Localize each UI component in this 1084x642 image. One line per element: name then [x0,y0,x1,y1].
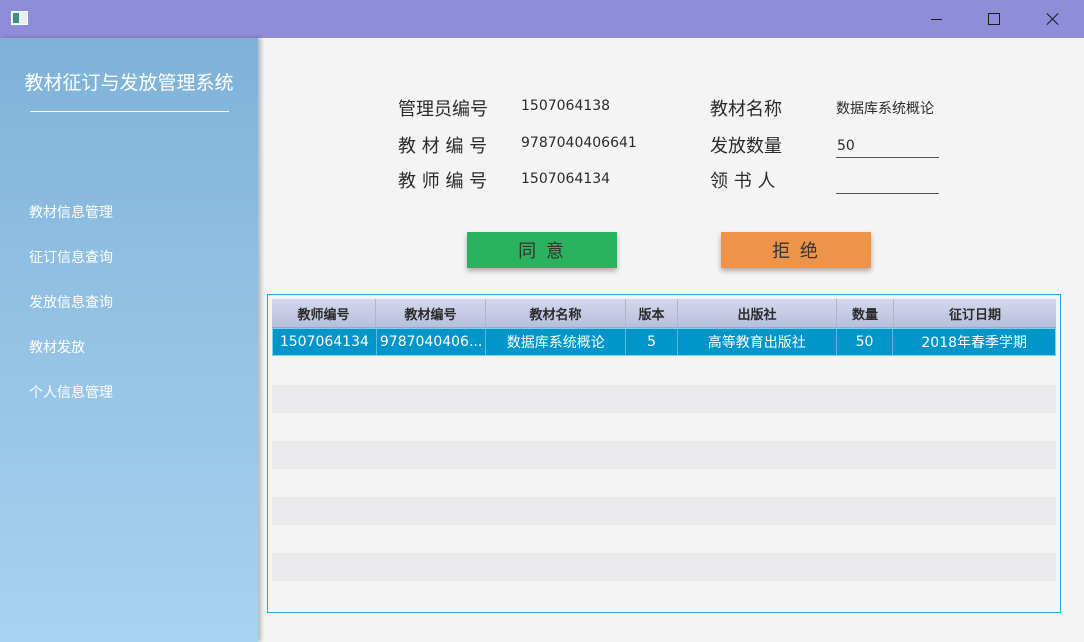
empty-row-stripe [272,553,1056,581]
empty-row-stripe [272,441,1056,469]
minimize-button[interactable] [907,0,965,38]
app-icon [11,11,28,25]
sidebar-item-textbook-info[interactable]: 教材信息管理 [29,202,113,222]
cell-textbook-name: 数据库系统概论 [486,329,627,355]
textbook-id-value: 9787040406641 [521,135,637,151]
empty-row-stripe [272,497,1056,525]
app-title: 教材征订与发放管理系统 [24,72,234,94]
recipient-input[interactable] [836,170,939,194]
maximize-button[interactable] [965,0,1023,38]
cell-quantity: 50 [837,329,894,355]
admin-id-label: 管理员编号 [398,99,488,120]
cell-order-date: 2018年春季学期 [921,335,1028,351]
table-grid: 教师编号 教材编号 教材名称 版本 出版社 数量 征订日期 1507064134… [272,299,1056,356]
quantity-label: 发放数量 [710,136,782,157]
recipient-label: 领 书 人 [710,171,776,192]
table-row[interactable]: 1507064134 9787040406... 数据库系统概论 5 高等教育出… [272,328,1056,356]
column-header-teacher-id[interactable]: 教师编号 [272,299,376,327]
cell-teacher-id: 1507064134 [273,329,377,355]
reject-button[interactable]: 拒 绝 [721,232,871,268]
cell-publisher: 高等教育出版社 [678,329,837,355]
title-divider [30,111,229,112]
cell-edition: 5 [626,329,678,355]
close-button[interactable] [1024,0,1082,38]
sidebar-item-distribution-query[interactable]: 发放信息查询 [29,292,113,312]
textbook-name-label: 教材名称 [710,99,782,120]
sidebar-item-textbook-distribution[interactable]: 教材发放 [29,337,85,357]
teacher-id-label: 教 师 编 号 [398,171,488,192]
table-header: 教师编号 教材编号 教材名称 版本 出版社 数量 征订日期 [272,299,1056,328]
textbook-name-value: 数据库系统概论 [836,101,934,117]
column-header-quantity[interactable]: 数量 [837,299,894,327]
column-header-edition[interactable]: 版本 [626,299,678,327]
cell-textbook-id: 9787040406... [377,329,487,355]
maximize-icon [988,13,1000,25]
request-table[interactable]: 教师编号 教材编号 教材名称 版本 出版社 数量 征订日期 1507064134… [267,294,1061,613]
column-header-order-date[interactable]: 征订日期 [894,299,1056,327]
minimize-icon [930,18,942,20]
sidebar: 教材征订与发放管理系统 教材信息管理 征订信息查询 发放信息查询 教材发放 个人… [0,38,258,642]
admin-id-value: 1507064138 [521,98,611,114]
empty-row-stripe [272,385,1056,413]
textbook-id-label: 教 材 编 号 [398,136,488,157]
agree-button[interactable]: 同 意 [467,232,617,268]
sidebar-item-order-query[interactable]: 征订信息查询 [29,247,113,267]
quantity-input[interactable] [836,134,939,158]
column-header-publisher[interactable]: 出版社 [678,299,837,327]
teacher-id-value: 1507064134 [521,171,611,187]
close-icon [1046,12,1060,26]
column-header-textbook-name[interactable]: 教材名称 [486,299,626,327]
column-header-textbook-id[interactable]: 教材编号 [376,299,486,327]
title-bar [0,0,1084,38]
sidebar-item-personal-info[interactable]: 个人信息管理 [29,382,113,402]
